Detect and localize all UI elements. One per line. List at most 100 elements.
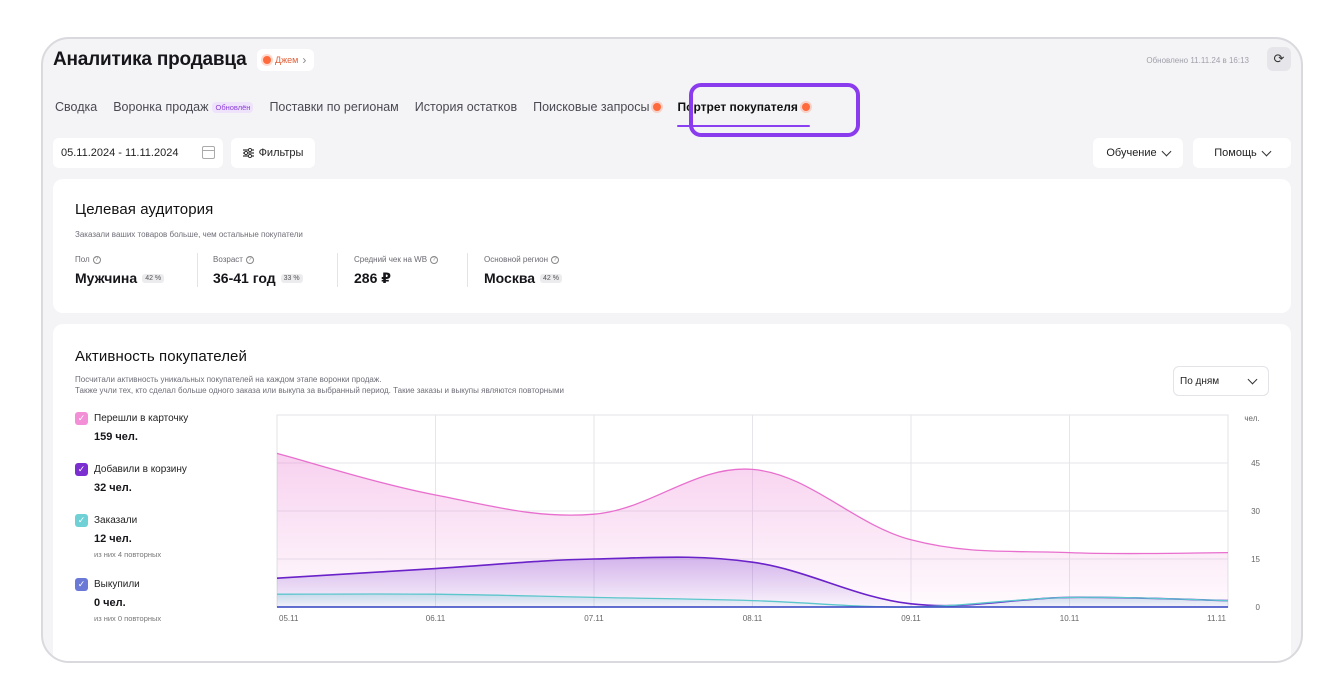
stat-main-region: Основной регион? Москва 42 %	[484, 255, 562, 286]
x-tick-label: 06.11	[426, 614, 446, 623]
x-tick-label: 07.11	[584, 614, 604, 623]
filters-icon	[242, 148, 254, 158]
tab-2[interactable]: Воронка продаж Обновлён	[113, 95, 254, 119]
tab-label: Воронка продаж	[113, 100, 209, 114]
checkbox-checked-icon[interactable]: ✓	[75, 578, 88, 591]
stat-percent: 42 %	[142, 273, 165, 283]
chevron-right-icon: ›	[302, 53, 307, 67]
divider	[197, 253, 198, 287]
brand-name: Джем	[275, 55, 299, 65]
legend-note: из них 4 повторных	[94, 550, 162, 559]
chevron-down-icon	[1161, 146, 1172, 156]
y-unit-label: чел.	[1244, 414, 1259, 423]
legend-item[interactable]: ✓ Добавили в корзину 32 чел.	[75, 463, 187, 494]
chevron-down-icon	[1261, 146, 1272, 156]
buyer-activity-card: Активность покупателей Посчитали активно…	[53, 324, 1291, 661]
stat-label: Возраст	[213, 255, 243, 264]
tab-label: История остатков	[414, 100, 518, 114]
help-icon[interactable]: ?	[430, 255, 439, 264]
legend-item[interactable]: ✓ Заказали 12 чел. из них 4 повторных	[75, 514, 161, 559]
legend-value: 159 чел.	[94, 431, 138, 443]
filters-label: Фильтры	[258, 147, 304, 159]
legend-label: Перешли в карточку	[94, 413, 189, 424]
audience-title: Целевая аудитория	[75, 201, 214, 218]
x-tick-label: 05.11	[279, 614, 299, 623]
legend-label: Заказали	[94, 515, 138, 526]
tab-4[interactable]: История остатков	[415, 95, 517, 119]
legend-label: Добавили в корзину	[94, 464, 187, 475]
activity-subtitle-line-1: Посчитали активность уникальных покупате…	[75, 375, 382, 384]
activity-subtitle-line-2: Также учли тех, кто сделал больше одного…	[75, 386, 564, 395]
stat-value: Москва	[484, 270, 536, 286]
y-tick-label: 45	[1251, 459, 1260, 468]
stat-percent: 42 %	[540, 273, 562, 283]
y-tick-label: 30	[1251, 507, 1260, 516]
app-window: Аналитика продавца Джем › Обновлено 11.1…	[41, 37, 1303, 663]
legend-item[interactable]: ✓ Перешли в карточку 159 чел.	[75, 412, 188, 443]
date-range-value: 05.11.2024 - 11.11.2024	[61, 147, 179, 159]
stat-value: 286 ₽	[354, 270, 391, 286]
x-tick-label: 08.11	[743, 614, 763, 623]
audience-subtitle: Заказали ваших товаров больше, чем остал…	[75, 230, 303, 239]
target-audience-card: Целевая аудитория Заказали ваших товаров…	[53, 179, 1291, 313]
tab-label: Поисковые запросы	[533, 100, 650, 114]
refresh-icon: ⟳	[1273, 51, 1285, 66]
tab-bar: Сводка Воронка продаж Обновлён Поставки по …	[55, 95, 826, 127]
tab-badge: Обновлён	[212, 101, 254, 113]
help-icon[interactable]: ?	[245, 255, 254, 264]
y-tick-label: 15	[1251, 555, 1260, 564]
date-range-picker[interactable]: 05.11.2024 - 11.11.2024	[53, 138, 223, 168]
stat-gender: Пол? Мужчина 42 %	[75, 255, 165, 286]
checkbox-checked-icon[interactable]: ✓	[75, 412, 88, 425]
notification-dot-icon	[653, 103, 662, 111]
header: Аналитика продавца Джем › Обновлено 11.1…	[53, 45, 1291, 75]
tab-1[interactable]: Сводка	[55, 95, 97, 119]
stat-age: Возраст? 36-41 год 33 %	[213, 255, 303, 286]
x-tick-label: 09.11	[901, 614, 921, 623]
x-tick-label: 10.11	[1060, 614, 1080, 623]
stat-label: Основной регион	[484, 255, 549, 264]
tab-5[interactable]: Поисковые запросы	[533, 95, 662, 119]
legend-note: из них 0 повторных	[94, 614, 162, 623]
stat-value: Мужчина	[75, 270, 138, 286]
chevron-down-icon	[1247, 374, 1258, 384]
filters-button[interactable]: Фильтры	[231, 138, 315, 168]
brand-selector[interactable]: Джем ›	[257, 49, 315, 71]
calendar-icon	[202, 146, 215, 159]
period-select[interactable]: По дням	[1173, 366, 1269, 396]
divider	[467, 253, 468, 287]
stat-label: Средний чек на WB	[354, 255, 428, 264]
activity-chart-svg: 05.11 06.11 07.11 08.11 09.11 10.11 11.11 0 15 30…	[276, 414, 1261, 623]
education-label: Обучение	[1106, 147, 1157, 159]
help-icon[interactable]: ?	[92, 255, 101, 264]
activity-chart: 05.11 06.11 07.11 08.11 09.11 10.11 11.11 0 15 30…	[225, 411, 1265, 636]
y-tick-label: 0	[1256, 603, 1261, 612]
activity-title: Активность покупателей	[75, 348, 247, 365]
toolbar: 05.11.2024 - 11.11.2024 Фильтры Обучение…	[53, 138, 1291, 168]
tab-label: Портрет покупателя	[677, 100, 798, 114]
legend-item[interactable]: ✓ Выкупили 0 чел. из них 0 повторных	[75, 578, 161, 623]
tab-3[interactable]: Поставки по регионам	[269, 95, 398, 119]
stat-label: Пол	[75, 255, 90, 264]
legend-label: Выкупили	[94, 579, 140, 590]
checkbox-checked-icon[interactable]: ✓	[75, 514, 88, 527]
tab-6[interactable]: Портрет покупателя	[677, 95, 811, 127]
legend-value: 0 чел.	[94, 597, 126, 609]
education-dropdown[interactable]: Обучение	[1093, 138, 1183, 168]
period-value: По дням	[1180, 375, 1220, 387]
page-title: Аналитика продавца	[53, 49, 247, 70]
brand-status-dot-icon	[263, 56, 271, 64]
x-tick-label: 11.11	[1207, 614, 1226, 623]
tab-label: Поставки по регионам	[269, 100, 399, 114]
stat-average-check: Средний чек на WB? 286 ₽	[354, 255, 439, 287]
legend-value: 32 чел.	[94, 482, 132, 494]
help-dropdown[interactable]: Помощь	[1193, 138, 1291, 168]
help-icon[interactable]: ?	[551, 255, 560, 264]
notification-dot-icon	[801, 103, 810, 111]
checkbox-checked-icon[interactable]: ✓	[75, 463, 88, 476]
updated-timestamp: Обновлено 11.11.24 в 16:13	[1146, 56, 1249, 65]
legend-value: 12 чел.	[94, 533, 132, 545]
tab-label: Сводка	[55, 100, 98, 114]
refresh-button[interactable]: ⟳	[1267, 47, 1291, 71]
divider	[337, 253, 338, 287]
